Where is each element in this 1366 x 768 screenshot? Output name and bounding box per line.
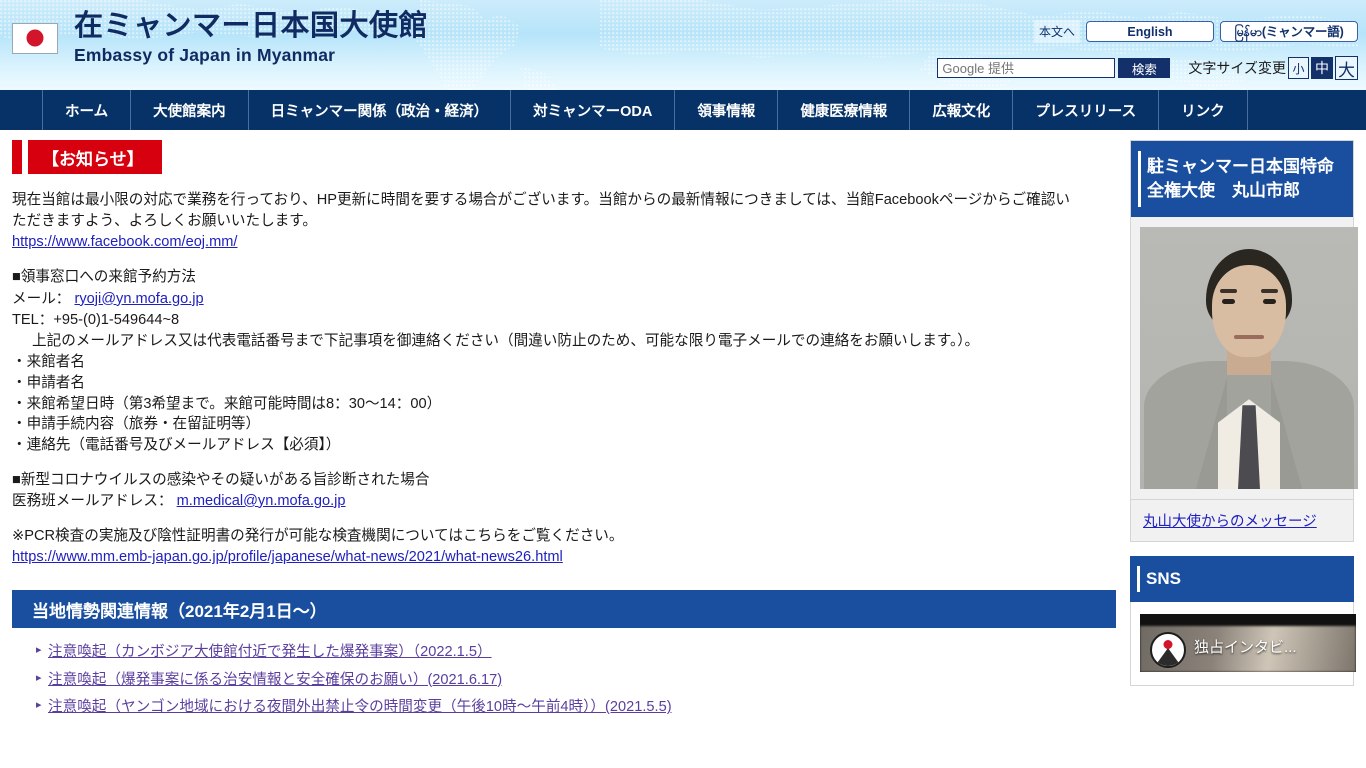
- notice-heading-label: 【お知らせ】: [42, 149, 144, 169]
- sns-body: 独占インタビ...: [1130, 602, 1356, 687]
- search-button[interactable]: 検索: [1118, 58, 1171, 78]
- covid-mail-line: 医務班メールアドレス： m.medical@yn.mofa.go.jp: [12, 491, 1118, 512]
- covid-heading: ■新型コロナウイルスの感染やその疑いがある旨診断された場合: [12, 471, 430, 488]
- situation-section-heading: 当地情勢関連情報（2021年2月1日〜）: [12, 590, 1116, 629]
- sns-heading: SNS: [1130, 556, 1354, 603]
- site-header: 在ミャンマー日本国大使館 Embassy of Japan in Myanmar…: [0, 0, 1366, 90]
- japan-flag-icon: [12, 22, 58, 54]
- nav-item-home[interactable]: ホーム: [42, 90, 130, 130]
- nav-item-relations[interactable]: 日ミャンマー関係（政治・経済）: [247, 90, 511, 130]
- ambassador-heading: 駐ミャンマー日本国特命全権大使 丸山市郎: [1131, 141, 1353, 218]
- language-button-myanmar[interactable]: မြန်မာ(ミャンマー語): [1220, 21, 1358, 42]
- consular-mail-link[interactable]: ryoji@yn.mofa.go.jp: [74, 291, 203, 307]
- header-utility-row: 本文へ English မြန်မာ(ミャンマー語): [1033, 20, 1358, 43]
- sns-video-title: 独占インタビ...: [1194, 639, 1297, 657]
- situation-heading-label: 当地情勢関連情報（2021年2月1日〜）: [32, 601, 327, 621]
- nav-item-press[interactable]: プレスリリース: [1012, 90, 1158, 130]
- font-size-small-button[interactable]: 小: [1288, 57, 1309, 79]
- sns-video-thumbnail[interactable]: 独占インタビ...: [1140, 614, 1356, 673]
- site-title-jp: 在ミャンマー日本国大使館: [74, 10, 429, 42]
- main-navigation: ホーム 大使館案内 日ミャンマー関係（政治・経済） 対ミャンマーODA 領事情報…: [0, 90, 1366, 130]
- site-title-en: Embassy of Japan in Myanmar: [74, 45, 336, 65]
- ambassador-message-link[interactable]: 丸山大使からのメッセージ: [1143, 514, 1317, 530]
- consular-instruction: 上記のメールアドレス又は代表電話番号まで下記事項を御連絡ください（間違い防止のた…: [32, 332, 980, 349]
- consular-mail-line: メール： ryoji@yn.mofa.go.jp: [12, 289, 1118, 310]
- consular-item-datetime: ・来館希望日時（第3希望まで。来館可能時間は8：30〜14：00）: [12, 395, 442, 412]
- font-size-large-button[interactable]: 大: [1335, 56, 1358, 80]
- facebook-link[interactable]: https://www.facebook.com/eoj.mm/: [12, 234, 237, 250]
- consular-tel: TEL：+95-(0)1-549644~8: [12, 311, 180, 328]
- consular-item-applicant: ・申請者名: [12, 374, 85, 391]
- search-input[interactable]: [937, 58, 1116, 78]
- ambassador-photo-wrap: [1131, 217, 1358, 500]
- page-body: 【お知らせ】 現在当館は最小限の対応で業務を行っており、HP更新に時間を要する場…: [0, 130, 1366, 768]
- list-item: 注意喚起（カンボジア大使館付近で発生した爆発事案）（2022.1.5）: [36, 644, 1118, 662]
- ambassador-portrait-image: [1140, 227, 1358, 490]
- list-item: 注意喚起（ヤンゴン地域における夜間外出禁止令の時間変更（午後10時〜午前4時））…: [36, 699, 1118, 717]
- ambassador-message-row: 丸山大使からのメッセージ: [1130, 500, 1354, 543]
- pcr-note: ※PCR検査の実施及び陰性証明書の発行が可能な検査機関についてはこちらをご覧くだ…: [12, 528, 624, 544]
- list-item: 注意喚起（爆発事案に係る治安情報と安全確保のお願い）(2021.6.17): [36, 672, 1118, 690]
- nav-item-health[interactable]: 健康医療情報: [777, 90, 909, 130]
- font-size-label: 文字サイズ変更: [1188, 60, 1286, 76]
- nav-item-links[interactable]: リンク: [1158, 90, 1248, 130]
- consular-item-contact: ・連絡先（電話番号及びメールアドレス【必須】）: [12, 436, 341, 453]
- site-brand[interactable]: 在ミャンマー日本国大使館 Embassy of Japan in Myanmar: [12, 12, 428, 65]
- nav-item-culture[interactable]: 広報文化: [909, 90, 1012, 130]
- nav-item-oda[interactable]: 対ミャンマーODA: [510, 90, 674, 130]
- sidebar: 駐ミャンマー日本国特命全権大使 丸山市郎 丸山大使からのメッセージ SNS 独占…: [1130, 130, 1366, 687]
- intro-paragraph-line2: ただきますよう、よろしくお願いいたします。: [12, 213, 318, 230]
- situation-link-cambodia-blast[interactable]: 注意喚起（カンボジア大使館付近で発生した爆発事案）（2022.1.5）: [48, 644, 492, 660]
- header-search-row: 検索 文字サイズ変更 小 中 大: [937, 56, 1358, 80]
- consular-heading: ■領事窓口への来館予約方法: [12, 269, 196, 286]
- japan-emblem-icon: [1150, 632, 1186, 669]
- intro-paragraph-line1: 現在当館は最小限の対応で業務を行っており、HP更新に時間を要する場合がございます…: [12, 192, 1070, 208]
- sns-card: SNS 独占インタビ...: [1130, 556, 1356, 687]
- font-size-medium-button[interactable]: 中: [1311, 57, 1333, 79]
- consular-item-visitor: ・来館者名: [12, 354, 85, 371]
- situation-link-blast-security[interactable]: 注意喚起（爆発事案に係る治安情報と安全確保のお願い）(2021.6.17): [48, 672, 502, 688]
- nav-item-consular[interactable]: 領事情報: [674, 90, 777, 130]
- covid-mail-link[interactable]: m.medical@yn.mofa.go.jp: [177, 493, 346, 509]
- nav-item-embassy-guide[interactable]: 大使館案内: [130, 90, 248, 130]
- notice-heading: 【お知らせ】: [22, 140, 162, 174]
- main-content: 【お知らせ】 現在当館は最小限の対応で業務を行っており、HP更新に時間を要する場…: [0, 130, 1130, 727]
- covid-mail-label: 医務班メールアドレス：: [12, 492, 173, 509]
- language-button-english[interactable]: English: [1086, 21, 1214, 42]
- skip-to-content-link[interactable]: 本文へ: [1033, 20, 1080, 43]
- pcr-info-link[interactable]: https://www.mm.emb-japan.go.jp/profile/j…: [12, 549, 563, 565]
- situation-link-list: 注意喚起（カンボジア大使館付近で発生した爆発事案）（2022.1.5） 注意喚起…: [12, 644, 1118, 717]
- consular-item-procedure: ・申請手続内容（旅券・在留証明等）: [12, 416, 261, 433]
- ambassador-card: 駐ミャンマー日本国特命全権大使 丸山市郎: [1130, 140, 1358, 501]
- situation-link-curfew-change[interactable]: 注意喚起（ヤンゴン地域における夜間外出禁止令の時間変更（午後10時〜午前4時））…: [48, 699, 672, 715]
- consular-mail-label: メール：: [12, 290, 71, 307]
